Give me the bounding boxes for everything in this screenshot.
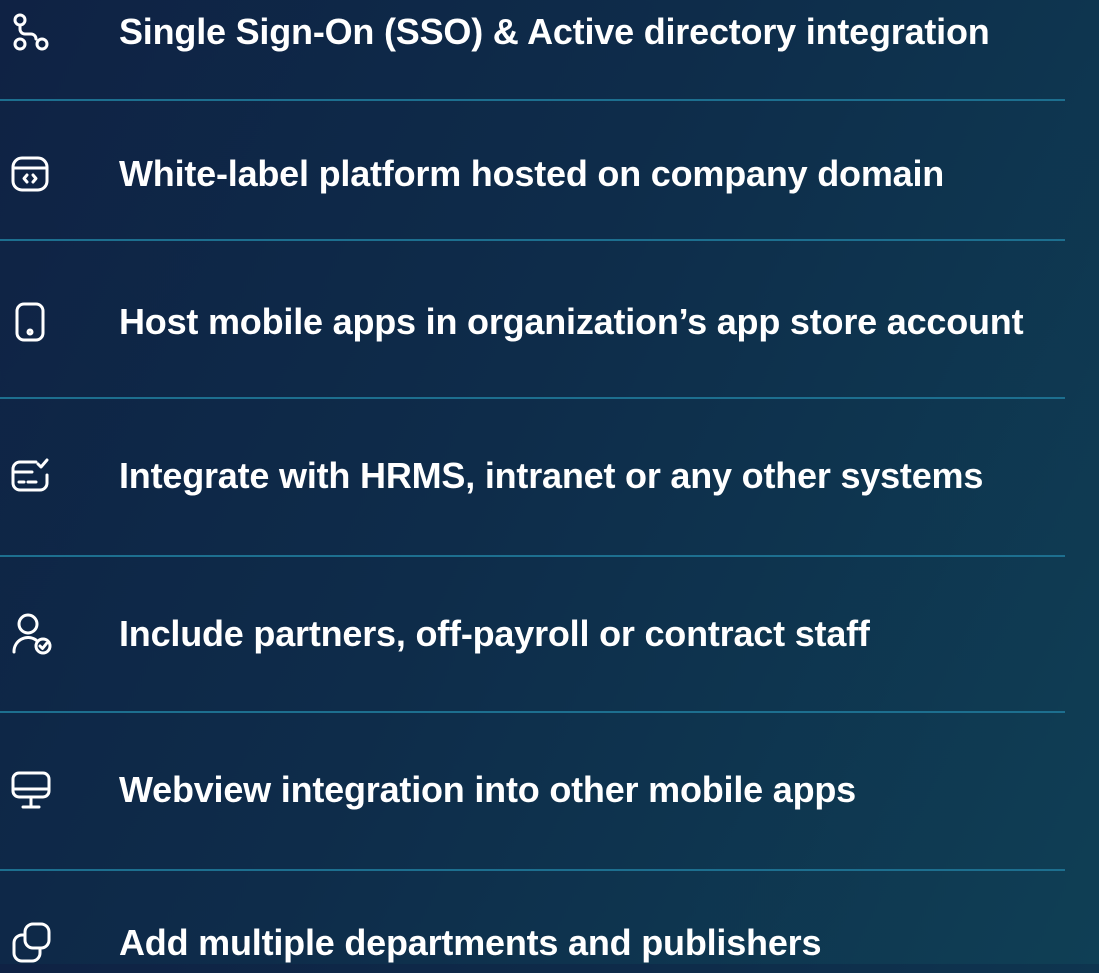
route-icon [10,10,66,54]
feature-label: Integrate with HRMS, intranet or any oth… [119,455,984,496]
divider [0,99,1065,101]
feature-item-webview: Webview integration into other mobile ap… [0,760,1099,820]
feature-item-partners: Include partners, off-payroll or contrac… [0,604,1099,664]
feature-label: Single Sign-On (SSO) & Active directory … [119,11,990,52]
feature-label: Host mobile apps in organization’s app s… [119,301,1024,342]
mobile-phone-icon [10,300,66,344]
feature-item-host-apps: Host mobile apps in organization’s app s… [0,292,1099,352]
divider [0,711,1065,713]
monitor-icon [10,768,66,812]
feature-label: White-label platform hosted on company d… [119,153,945,194]
feature-list: Single Sign-On (SSO) & Active directory … [0,0,1099,964]
divider [0,397,1065,399]
user-check-icon [10,612,66,656]
feature-item-white-label: White-label platform hosted on company d… [0,144,1099,204]
divider [0,869,1065,871]
browser-code-icon [10,152,66,196]
feature-item-sso: Single Sign-On (SSO) & Active directory … [0,2,1099,62]
feature-item-integrate: Integrate with HRMS, intranet or any oth… [0,446,1099,506]
feature-label: Add multiple departments and publishers [119,922,822,963]
feature-label: Include partners, off-payroll or contrac… [119,613,870,654]
divider [0,555,1065,557]
feature-label: Webview integration into other mobile ap… [119,769,857,810]
card-check-icon [10,454,66,498]
copy-icon [10,921,66,965]
divider [0,239,1065,241]
feature-item-departments: Add multiple departments and publishers [0,913,1099,973]
